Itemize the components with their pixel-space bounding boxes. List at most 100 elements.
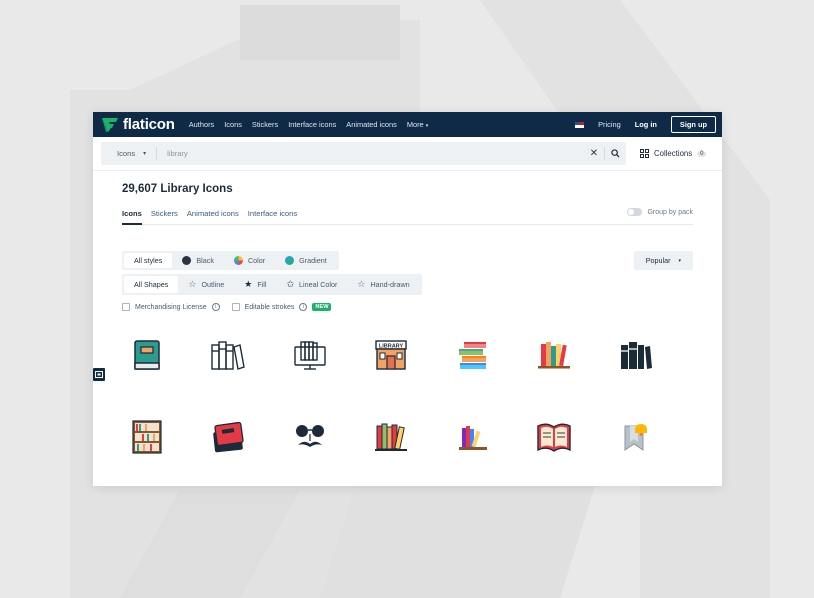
shape-fill-label: Fill <box>257 280 267 289</box>
nav-more-label: More <box>406 120 424 129</box>
icon-result[interactable] <box>188 419 270 455</box>
main-content: 29,607 Library Icons Icons Stickers Anim… <box>93 183 722 455</box>
feedback-icon <box>95 371 103 378</box>
style-black-label: Black <box>196 256 214 265</box>
icon-result[interactable] <box>595 419 677 455</box>
icon-result[interactable] <box>432 337 514 373</box>
icon-result[interactable] <box>106 337 188 373</box>
color-dot-icon <box>233 256 243 265</box>
nav-stickers[interactable]: Stickers <box>252 120 278 129</box>
shape-hand-drawn-label: Hand-drawn <box>370 280 410 289</box>
browser-window: flaticon Authors Icons Stickers Interfac… <box>93 112 722 486</box>
license-filters: Merchandising License i Editable strokes… <box>122 303 693 311</box>
merch-license-checkbox[interactable] <box>122 303 130 311</box>
login-link[interactable]: Log in <box>635 120 657 129</box>
books-row-icon <box>375 423 408 451</box>
icon-result[interactable] <box>269 419 351 455</box>
search-button[interactable] <box>604 147 626 160</box>
icon-result[interactable] <box>514 419 596 455</box>
flaticon-logo-icon <box>102 117 118 132</box>
logo[interactable]: flaticon <box>101 116 175 133</box>
star-outline-icon: ☆ <box>188 279 197 289</box>
shape-hand-drawn[interactable]: ☆ Hand-drawn <box>347 276 419 293</box>
shape-filter-row: All Shapes ☆ Outline ★ Fill ✩ Lineal Color … <box>122 274 693 295</box>
search-row: Icons ▾ ✕ Collections 0 <box>93 137 722 171</box>
group-by-pack-toggle[interactable] <box>627 208 643 216</box>
tab-interface-icons[interactable]: Interface icons <box>248 209 297 224</box>
books-shelf-color-icon <box>538 342 571 369</box>
editable-strokes-checkbox[interactable] <box>231 303 240 311</box>
stacked-books-icon <box>458 342 486 369</box>
chevron-down-icon: ▾ <box>143 151 147 157</box>
style-all-label: All styles <box>134 256 163 265</box>
style-gradient[interactable]: Gradient <box>275 253 337 268</box>
shape-all[interactable]: All Shapes <box>124 276 179 293</box>
star-lineal-icon: ✩ <box>286 279 295 289</box>
collections-button[interactable]: Collections 0 <box>640 149 707 158</box>
feedback-tab[interactable] <box>93 368 105 381</box>
search-type-select[interactable]: Icons ▾ <box>101 147 158 160</box>
nav-animated-icons[interactable]: Animated icons <box>346 120 397 129</box>
nav-authors[interactable]: Authors <box>189 120 214 129</box>
logo-text: flaticon <box>123 116 175 133</box>
chevron-down-icon: ▾ <box>425 123 429 129</box>
icon-result[interactable]: LIBRARY <box>351 337 433 373</box>
icon-result[interactable] <box>269 337 351 373</box>
nav-icons[interactable]: Icons <box>224 120 242 129</box>
icon-result[interactable] <box>188 337 270 373</box>
icon-result[interactable] <box>351 419 433 455</box>
top-navbar: flaticon Authors Icons Stickers Interfac… <box>93 112 722 137</box>
pricing-link[interactable]: Pricing <box>598 120 621 129</box>
group-by-pack: Group by pack <box>627 208 693 216</box>
collections-label: Collections <box>654 149 693 158</box>
books-outline-icon <box>211 341 246 370</box>
close-icon[interactable]: ✕ <box>584 148 604 159</box>
search-input[interactable] <box>157 149 584 158</box>
tab-stickers[interactable]: Stickers <box>151 209 178 224</box>
search-box: Icons ▾ ✕ <box>101 142 626 165</box>
page-title: 29,607 Library Icons <box>122 183 233 195</box>
tab-icons[interactable]: Icons <box>122 209 142 225</box>
icon-result[interactable] <box>514 337 596 373</box>
merch-license-filter[interactable]: Merchandising License i <box>122 303 220 311</box>
nav-more[interactable]: More ▾ <box>407 120 428 129</box>
red-books-icon <box>213 421 244 453</box>
icon-grid: LIBRARY <box>106 337 693 455</box>
style-color-label: Color <box>247 256 266 265</box>
tab-animated-icons[interactable]: Animated icons <box>187 209 239 224</box>
search-type-label: Icons <box>117 149 136 158</box>
editable-strokes-label: Editable strokes <box>244 303 295 311</box>
grid-icon <box>640 149 649 158</box>
books-on-shelf-icon <box>458 426 487 450</box>
signup-button[interactable]: Sign up <box>670 116 716 133</box>
style-black[interactable]: Black <box>172 253 224 268</box>
icon-result[interactable] <box>595 337 677 373</box>
collections-count-badge: 0 <box>697 150 707 157</box>
style-filter: All styles Black Color Gradient <box>122 251 339 270</box>
shape-lineal-color[interactable]: ✩ Lineal Color <box>277 276 348 293</box>
info-icon[interactable]: i <box>299 303 308 311</box>
style-all[interactable]: All styles <box>124 253 173 268</box>
shape-all-label: All Shapes <box>134 280 169 289</box>
chevron-down-icon: ▾ <box>678 257 681 264</box>
shape-fill[interactable]: ★ Fill <box>234 276 276 293</box>
style-color[interactable]: Color <box>224 253 275 268</box>
black-dot-icon <box>182 256 192 265</box>
sort-select[interactable]: Popular ▾ <box>633 251 693 270</box>
style-filter-row: All styles Black Color Gradient Popular … <box>122 251 693 270</box>
info-icon[interactable]: i <box>211 303 220 311</box>
shape-filter: All Shapes ☆ Outline ★ Fill ✩ Lineal Color … <box>122 274 422 295</box>
library-building-icon: LIBRARY <box>375 340 407 370</box>
new-badge: NEW <box>312 303 332 311</box>
shape-outline-label: Outline <box>201 280 225 289</box>
style-gradient-label: Gradient <box>299 256 327 265</box>
icon-result[interactable] <box>106 419 188 455</box>
nav-interface-icons[interactable]: Interface icons <box>288 120 336 129</box>
us-flag-icon[interactable] <box>575 121 585 128</box>
shape-outline[interactable]: ☆ Outline <box>178 276 234 293</box>
editable-strokes-filter[interactable]: Editable strokes i NEW <box>231 303 332 311</box>
icon-result[interactable] <box>432 419 514 455</box>
green-book-icon <box>134 340 160 370</box>
bookmark-bell-icon <box>624 424 647 451</box>
gradient-dot-icon <box>285 256 295 265</box>
